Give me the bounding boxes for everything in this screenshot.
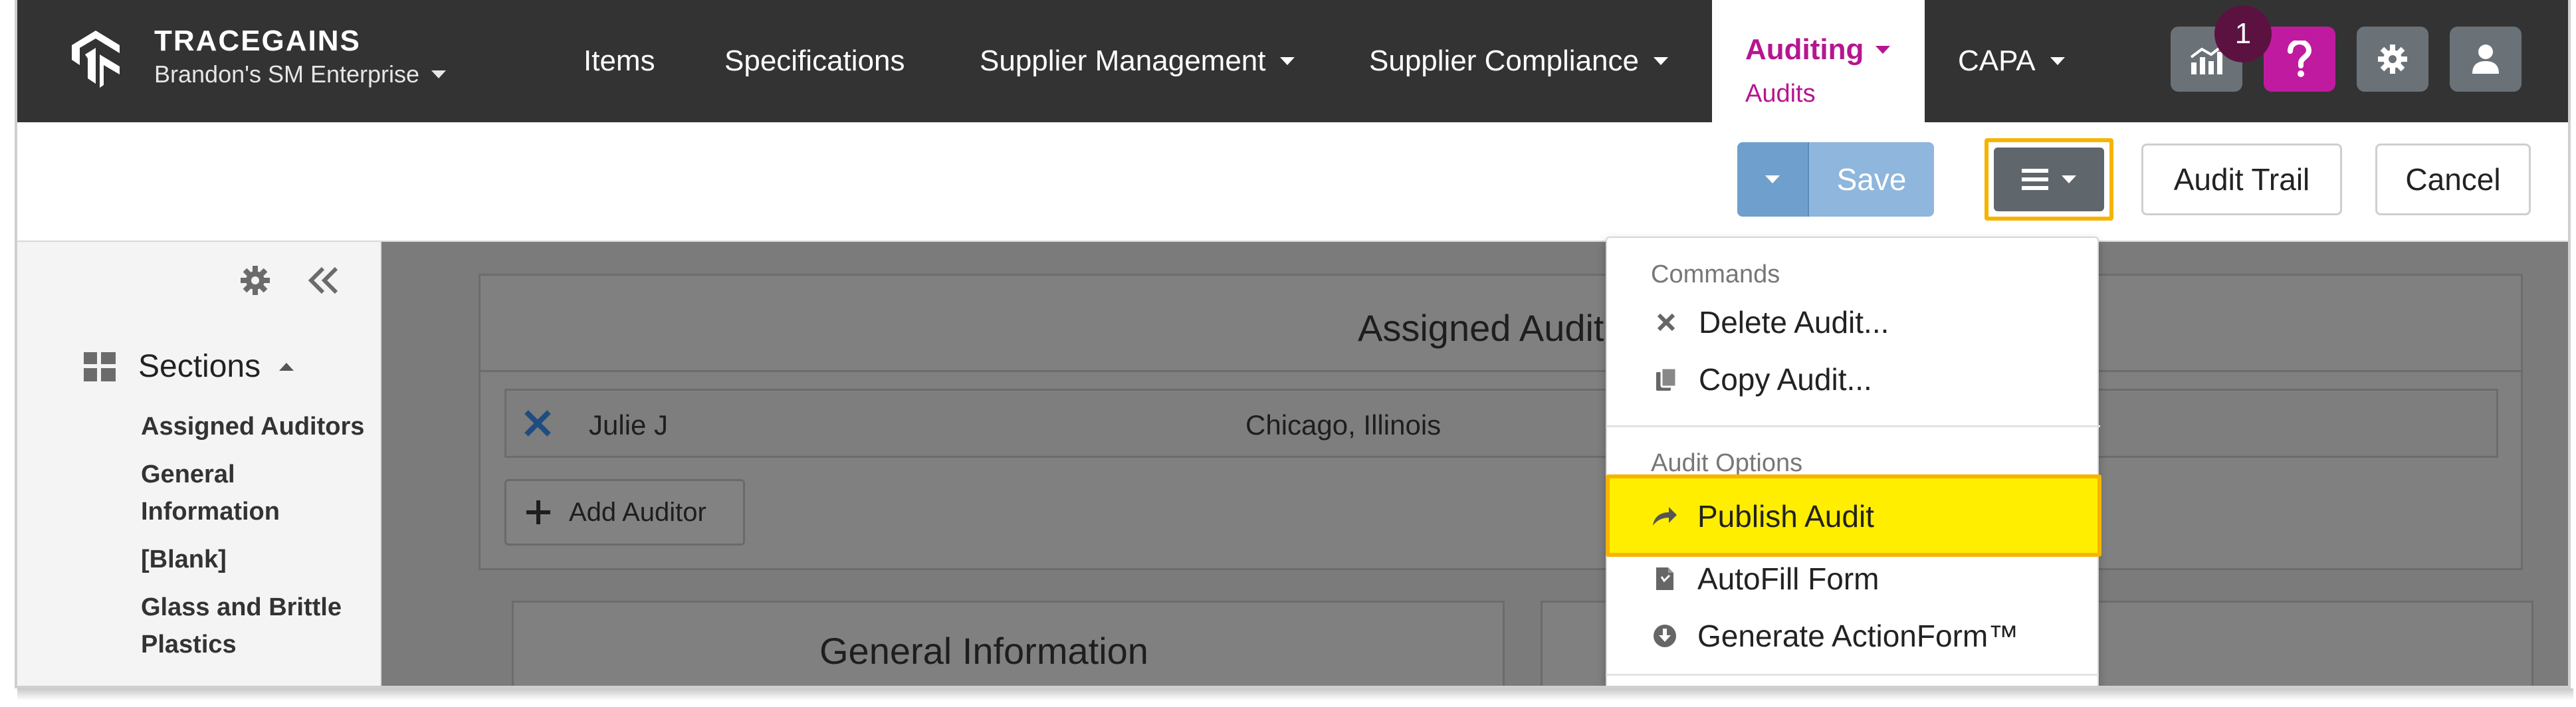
autofill-form-item[interactable]: AutoFill Form [1606, 550, 2099, 607]
main-content-overlay: Assigned Audit Julie J Chicago, Illinois… [381, 242, 2568, 686]
audit-options-header: Audit Options [1651, 449, 1803, 477]
collapse-sidebar-icon[interactable] [306, 264, 340, 296]
chevron-down-icon [431, 70, 447, 78]
gear-icon [2378, 45, 2407, 74]
grid-icon [84, 352, 116, 381]
plus-icon [526, 500, 550, 524]
top-navigation: TRACEGAINS Brandon's SM Enterprise Items… [17, 0, 2568, 126]
nav-supplier-management-label: Supplier Management [980, 45, 1266, 77]
menu-button[interactable] [1994, 148, 2104, 211]
assigned-auditors-title: Assigned Audit [1358, 307, 1604, 349]
audit-trail-button[interactable]: Audit Trail [2141, 144, 2342, 215]
sidebar-item-blank[interactable]: [Blank] [141, 541, 367, 578]
assigned-auditors-card: Assigned Audit Julie J Chicago, Illinois… [479, 274, 2523, 570]
gear-icon[interactable] [239, 264, 271, 296]
copy-icon [1656, 367, 1677, 391]
user-button[interactable] [2450, 27, 2522, 92]
user-icon [2472, 45, 2499, 74]
chevron-down-icon [1654, 57, 1668, 65]
hamburger-icon [2022, 169, 2048, 190]
sidebar-item-general-information[interactable]: General Information [141, 456, 367, 530]
auditor-location: Chicago, Illinois [1245, 409, 1442, 441]
sections-list: Assigned Auditors General Information [B… [141, 408, 367, 674]
sidebar-item-glass-brittle-plastics[interactable]: Glass and Brittle Plastics [141, 589, 367, 663]
chevron-down-icon [1280, 57, 1295, 65]
nav-auditing[interactable]: Auditing Audits [1712, 0, 1925, 126]
nav-audits-sublabel[interactable]: Audits [1745, 80, 1816, 108]
card-divider [481, 370, 2521, 372]
chevron-up-icon [279, 362, 294, 371]
menu-button-highlight [1985, 138, 2113, 221]
add-auditor-button[interactable]: Add Auditor [504, 479, 745, 546]
share-arrow-icon [1653, 507, 1677, 526]
sections-sidebar: Sections Assigned Auditors General Infor… [17, 242, 381, 686]
notification-badge[interactable]: 1 [2214, 5, 2272, 62]
enterprise-selector[interactable]: Brandon's SM Enterprise [154, 58, 447, 90]
help-button[interactable] [2264, 27, 2335, 92]
nav-specifications-label: Specifications [724, 45, 905, 77]
chevron-down-icon [2050, 57, 2065, 65]
publish-audit-label: Publish Audit [1697, 499, 1874, 534]
auditor-row: Julie J Chicago, Illinois [504, 389, 2498, 458]
chevron-down-icon [1876, 46, 1891, 54]
menu-divider [1606, 674, 2099, 676]
settings-button[interactable] [2357, 27, 2428, 92]
generate-actionform-item[interactable]: Generate ActionForm™ [1606, 607, 2099, 664]
nav-supplier-compliance-label: Supplier Compliance [1369, 45, 1639, 77]
app-window: TRACEGAINS Brandon's SM Enterprise Items… [15, 0, 2571, 688]
sidebar-item-assigned-auditors[interactable]: Assigned Auditors [141, 408, 367, 445]
delete-audit-item[interactable]: Delete Audit... [1607, 294, 2100, 351]
help-icon [2288, 41, 2312, 77]
brand-name: TRACEGAINS [154, 25, 361, 57]
window-shadow [17, 688, 2573, 700]
nav-items[interactable]: Items [584, 0, 655, 122]
save-button[interactable]: Save [1809, 142, 1934, 217]
autofill-form-label: AutoFill Form [1697, 561, 1879, 596]
action-toolbar: Save Audit Trail Cancel [17, 122, 2568, 242]
nav-supplier-compliance[interactable]: Supplier Compliance [1369, 0, 1668, 122]
add-auditor-label: Add Auditor [569, 497, 706, 527]
nav-supplier-management[interactable]: Supplier Management [980, 0, 1295, 122]
sections-toggle[interactable]: Sections [84, 348, 294, 385]
brand[interactable]: TRACEGAINS Brandon's SM Enterprise [65, 24, 447, 90]
copy-audit-label: Copy Audit... [1699, 362, 1872, 397]
close-icon [1657, 313, 1675, 332]
download-circle-icon [1654, 625, 1676, 647]
nav-capa-label: CAPA [1958, 45, 2036, 77]
tracegains-logo-icon [72, 31, 120, 88]
save-options-button[interactable] [1737, 142, 1809, 217]
nav-specifications[interactable]: Specifications [724, 0, 905, 122]
chevron-down-icon [2062, 175, 2076, 183]
cancel-button[interactable]: Cancel [2375, 144, 2531, 215]
publish-audit-item[interactable]: Publish Audit [1606, 488, 2099, 545]
general-information-card: General Information [512, 601, 1505, 686]
save-button-group: Save [1737, 142, 1934, 217]
enterprise-label: Brandon's SM Enterprise [154, 60, 420, 88]
autofill-document-icon [1656, 567, 1673, 590]
generate-actionform-label: Generate ActionForm™ [1697, 619, 2019, 653]
remove-auditor-icon[interactable] [524, 409, 552, 437]
delete-audit-label: Delete Audit... [1699, 305, 1889, 340]
auditor-name: Julie J [589, 409, 669, 441]
commands-header: Commands [1651, 260, 1780, 288]
nav-auditing-label: Auditing [1745, 33, 1864, 66]
menu-divider [1607, 425, 2100, 427]
nav-items-label: Items [584, 45, 655, 77]
chevron-down-icon [1765, 175, 1780, 183]
nav-capa[interactable]: CAPA [1958, 0, 2065, 122]
general-information-title: General Information [819, 630, 1148, 672]
copy-audit-item[interactable]: Copy Audit... [1607, 351, 2100, 408]
sections-label: Sections [138, 349, 261, 384]
